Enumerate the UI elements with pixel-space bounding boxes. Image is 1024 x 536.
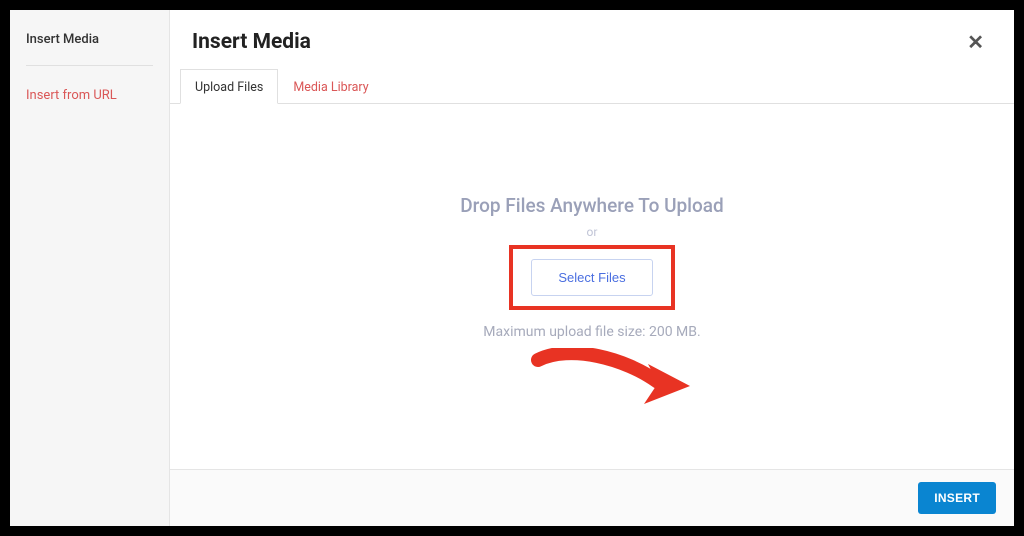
sidebar: Insert Media Insert from URL [10,10,170,526]
drop-instruction: Drop Files Anywhere To Upload [460,194,724,217]
sidebar-title: Insert Media [26,32,153,66]
or-text: or [587,225,598,239]
close-icon[interactable]: ✕ [959,26,992,58]
annotation-highlight-box: Select Files [509,245,674,310]
insert-button[interactable]: INSERT [918,482,996,514]
modal-header: Insert Media ✕ [170,10,1014,68]
upload-dropzone[interactable]: Drop Files Anywhere To Upload or Select … [170,104,1014,469]
modal-title: Insert Media [192,30,311,54]
tab-media-library[interactable]: Media Library [278,69,383,104]
annotation-arrow-icon [530,348,700,418]
max-upload-text: Maximum upload file size: 200 MB. [483,324,700,340]
tabs: Upload Files Media Library [170,68,1014,104]
modal-frame: Insert Media Insert from URL Insert Medi… [0,0,1024,536]
select-files-button[interactable]: Select Files [531,259,652,296]
insert-from-url-link[interactable]: Insert from URL [26,88,153,103]
modal-footer: INSERT [170,469,1014,526]
main-panel: Insert Media ✕ Upload Files Media Librar… [170,10,1014,526]
tab-upload-files[interactable]: Upload Files [180,69,278,104]
